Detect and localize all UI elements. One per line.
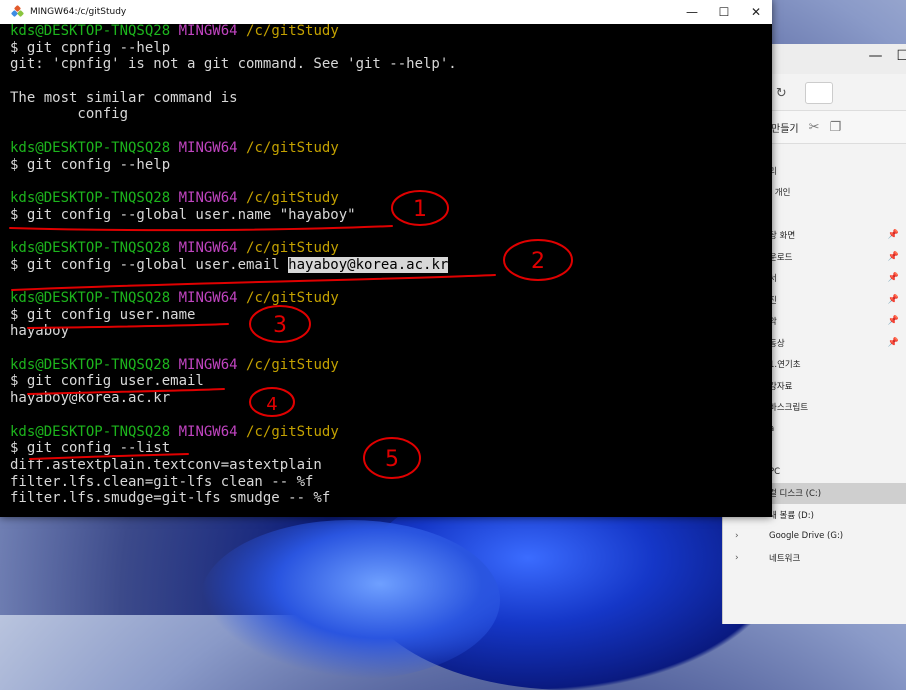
cut-icon[interactable]: ✂ [809,120,820,135]
nav-item[interactable]: › 네트워크 [723,547,906,569]
nav-item-label: 운로드 [769,252,793,263]
prompt-line: kds@DESKTOP-TNQSQ28 MINGW64 /c/gitStudy [10,424,770,441]
prompt-user: kds@DESKTOP-TNQSQ28 [10,139,171,156]
prompt-path: /c/gitStudy [246,423,339,440]
prompt-path: /c/gitStudy [246,356,339,373]
prompt-shell: MINGW64 [178,139,238,156]
output-line: git: 'cpnfig' is not a git command. See … [10,56,457,73]
terminal-window[interactable]: MINGW64:/c/gitStudy — ☐ ✕ kds@DESKTOP-TN… [0,0,772,517]
command-line: $ git config --global user.email hayaboy… [10,256,770,274]
address-bar[interactable] [804,82,833,104]
pin-icon: 📌 [887,294,899,305]
prompt-line: kds@DESKTOP-TNQSQ28 MINGW64 /c/gitStudy [10,357,770,374]
pin-icon: 📌 [887,251,899,262]
window-title: MINGW64:/c/gitStudy [30,7,127,17]
prompt-user: kds@DESKTOP-TNQSQ28 [10,356,171,373]
prompt-line: kds@DESKTOP-TNQSQ28 MINGW64 /c/gitStudy [10,240,770,257]
pin-icon: 📌 [887,273,899,284]
pin-icon: 📌 [887,316,899,327]
output-line: diff.astextplain.textconv=astextplain [10,456,322,473]
window-controls: — ☐ ✕ [676,0,772,24]
command-text: $ git config --global user.email [10,256,289,273]
prompt-shell: MINGW64 [178,356,238,373]
command-line: $ git config user.email [10,373,204,390]
prompt-shell: MINGW64 [178,189,238,206]
prompt-line: kds@DESKTOP-TNQSQ28 MINGW64 /c/gitStudy [10,140,770,157]
prompt-path: /c/gitStudy [246,189,339,206]
refresh-icon[interactable]: ↻ [776,86,787,101]
prompt-line: kds@DESKTOP-TNQSQ28 MINGW64 /c/gitStudy [10,23,770,40]
selected-text[interactable]: hayaboy@korea.ac.kr [288,256,449,273]
nav-item-label: 새 볼륨 (D:) [769,510,814,521]
nav-item-label: - 개인 [769,188,791,199]
nav-item-label: 바스크립트 [769,403,809,414]
prompt-user: kds@DESKTOP-TNQSQ28 [10,239,171,256]
prompt-user: kds@DESKTOP-TNQSQ28 [10,23,171,39]
prompt-path: /c/gitStudy [246,23,339,39]
chevron-right-icon[interactable]: › [735,553,739,563]
output-line: filter.lfs.smudge=git-lfs smudge -- %f [10,490,331,507]
prompt-user: kds@DESKTOP-TNQSQ28 [10,189,171,206]
nav-item-label: 탕 화면 [769,231,796,242]
prompt-user: kds@DESKTOP-TNQSQ28 [10,423,171,440]
minimize-icon[interactable]: — [868,48,882,64]
command-line: $ git config --list [10,440,171,457]
prompt-user: kds@DESKTOP-TNQSQ28 [10,290,171,306]
nav-item-label: 컬 디스크 (C:) [769,489,822,500]
nav-item-label: 1.연기초 [769,360,801,371]
output-line: hayaboy [10,323,70,340]
command-line: $ git config user.name [10,306,196,323]
command-line: $ git config --global user.name "hayaboy… [10,206,356,223]
prompt-path: /c/gitStudy [246,290,339,306]
prompt-shell: MINGW64 [178,423,238,440]
maximize-icon[interactable]: ☐ [896,48,906,64]
prompt-line: kds@DESKTOP-TNQSQ28 MINGW64 /c/gitStudy [10,290,770,307]
title-bar[interactable]: MINGW64:/c/gitStudy — ☐ ✕ [0,0,772,24]
maximize-button[interactable]: ☐ [708,0,740,24]
prompt-shell: MINGW64 [178,290,238,306]
wallpaper-swirl [200,520,500,680]
nav-item-label: 네트워크 [769,553,801,564]
pin-icon: 📌 [887,337,899,348]
prompt-path: /c/gitStudy [246,139,339,156]
output-line: The most similar command is [10,89,238,106]
nav-item-label: 강자료 [769,381,793,392]
pin-icon: 📌 [887,230,899,241]
minimize-button[interactable]: — [676,0,708,24]
explorer-window-controls: — ☐ [868,48,906,64]
command-line: $ git config --help [10,156,171,173]
nav-item-label: Google Drive (G:) [769,531,844,542]
prompt-shell: MINGW64 [178,23,238,39]
command-line: $ git cpnfig --help [10,39,171,56]
prompt-path: /c/gitStudy [246,239,339,256]
terminal-output[interactable]: kds@DESKTOP-TNQSQ28 MINGW64 /c/gitStudy $… [10,23,770,513]
close-button[interactable]: ✕ [740,0,772,24]
prompt-shell: MINGW64 [178,239,238,256]
nav-item[interactable]: › Google Drive (G:) [723,526,906,548]
prompt-line: kds@DESKTOP-TNQSQ28 MINGW64 /c/gitStudy [10,190,770,207]
git-bash-icon [10,4,25,18]
chevron-right-icon[interactable]: › [735,531,739,541]
new-button[interactable]: 만들기 [771,120,799,135]
output-line: config [10,106,129,123]
copy-icon[interactable]: ❐ [830,120,842,135]
output-line: filter.lfs.clean=git-lfs clean -- %f [10,473,314,490]
output-line: hayaboy@korea.ac.kr [10,390,171,407]
